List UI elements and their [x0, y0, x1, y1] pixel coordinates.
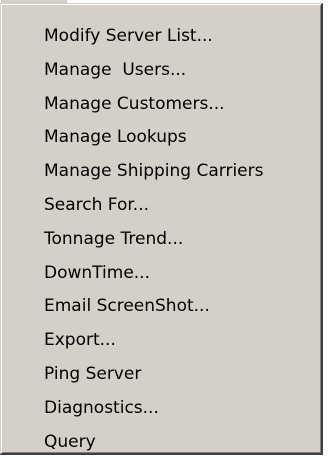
dropdown-menu: Modify Server List... Manage Users... Ma…	[0, 3, 323, 455]
menu-item-search-for[interactable]: Search For...	[1, 189, 321, 223]
menu-item-manage-customers[interactable]: Manage Customers...	[1, 88, 321, 122]
menu-item-manage-users[interactable]: Manage Users...	[1, 54, 321, 88]
menu-item-email-screenshot[interactable]: Email ScreenShot...	[1, 290, 321, 324]
menu-item-diagnostics[interactable]: Diagnostics...	[1, 392, 321, 426]
menu-item-ping-server[interactable]: Ping Server	[1, 358, 321, 392]
menu-item-export[interactable]: Export...	[1, 324, 321, 358]
menu-item-tonnage-trend[interactable]: Tonnage Trend...	[1, 223, 321, 257]
menu-item-manage-lookups[interactable]: Manage Lookups	[1, 121, 321, 155]
menu-item-query[interactable]: Query	[1, 426, 321, 460]
menu-item-modify-server-list[interactable]: Modify Server List...	[1, 20, 321, 54]
menu-item-manage-shipping-carriers[interactable]: Manage Shipping Carriers	[1, 155, 321, 189]
menu-item-downtime[interactable]: DownTime...	[1, 257, 321, 291]
